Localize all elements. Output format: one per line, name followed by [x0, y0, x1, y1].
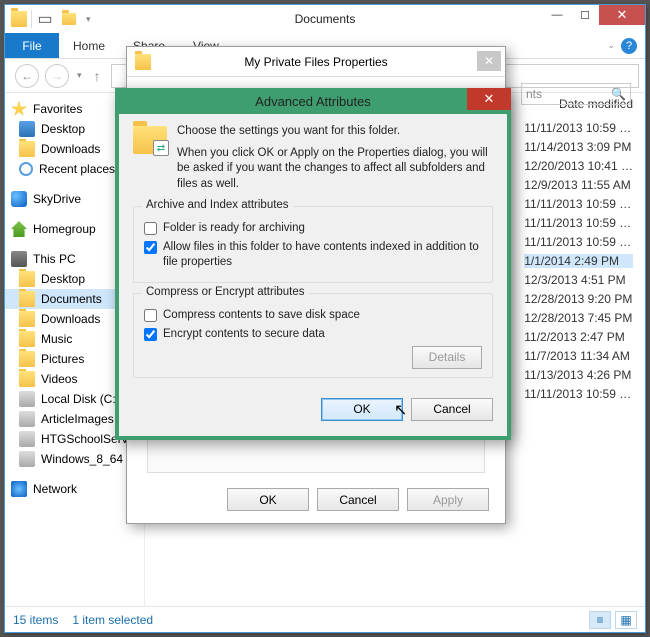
homegroup-icon: [11, 221, 27, 237]
checkbox-index[interactable]: Allow files in this folder to have conte…: [144, 240, 482, 270]
disk-icon: [19, 451, 35, 467]
disk-icon: [19, 431, 35, 447]
disk-icon: [19, 391, 35, 407]
close-button[interactable]: ✕: [599, 5, 645, 25]
properties-apply-button[interactable]: Apply: [407, 488, 489, 511]
checkbox-index-label: Allow files in this folder to have conte…: [163, 240, 482, 270]
status-count: 15 items: [13, 613, 58, 627]
status-bar: 15 items 1 item selected ≡ ▦: [5, 606, 645, 632]
advanced-titlebar: Advanced Attributes ✕: [115, 88, 511, 114]
folder-icon: [19, 141, 35, 157]
titlebar: ▭ ▾ Documents — ☐ ✕: [5, 5, 645, 33]
list-item[interactable]: 12/9/2013 11:55 AM: [524, 178, 633, 192]
checkbox-compress[interactable]: Compress contents to save disk space: [144, 308, 482, 323]
window-folder-icon: [11, 11, 27, 27]
search-hint: nts: [526, 87, 542, 101]
sidebar-network[interactable]: Network: [5, 479, 144, 499]
view-details-button[interactable]: ≡: [589, 611, 611, 629]
desktop-icon: [19, 121, 35, 137]
advanced-title: Advanced Attributes: [255, 94, 371, 109]
list-item[interactable]: 11/7/2013 11:34 AM: [524, 349, 633, 363]
list-item[interactable]: 11/11/2013 10:59 …: [524, 121, 633, 135]
list-item[interactable]: 11/11/2013 10:59 …: [524, 387, 633, 401]
network-icon: [11, 481, 27, 497]
advanced-close-button[interactable]: ✕: [467, 88, 511, 110]
disk-icon: [19, 411, 35, 427]
checkbox-compress-input[interactable]: [144, 309, 157, 322]
up-button[interactable]: ↑: [90, 68, 105, 84]
back-button[interactable]: ←: [15, 64, 39, 88]
archive-index-legend: Archive and Index attributes: [142, 199, 293, 211]
folder-icon: [19, 271, 35, 287]
checkbox-encrypt-label: Encrypt contents to secure data: [163, 327, 325, 342]
details-button[interactable]: Details: [412, 346, 482, 369]
list-item[interactable]: 12/3/2013 4:51 PM: [524, 273, 633, 287]
list-item-selected[interactable]: 1/1/2014 2:49 PM: [524, 254, 633, 268]
status-selected: 1 item selected: [72, 613, 153, 627]
checkbox-archive-label: Folder is ready for archiving: [163, 221, 305, 236]
list-item[interactable]: 11/2/2013 2:47 PM: [524, 330, 633, 344]
qat-newfolder-icon[interactable]: [60, 10, 78, 28]
folder-attributes-icon: [133, 124, 167, 154]
pc-icon: [11, 251, 27, 267]
search-box[interactable]: nts 🔍: [521, 83, 631, 105]
properties-cancel-button[interactable]: Cancel: [317, 488, 399, 511]
checkbox-encrypt-input[interactable]: [144, 328, 157, 341]
checkbox-compress-label: Compress contents to save disk space: [163, 308, 360, 323]
help-icon[interactable]: ?: [621, 38, 637, 54]
file-tab[interactable]: File: [5, 33, 59, 58]
list-item[interactable]: 11/13/2013 4:26 PM: [524, 368, 633, 382]
properties-close-button[interactable]: ✕: [477, 51, 501, 71]
advanced-ok-button[interactable]: OK: [321, 398, 403, 421]
search-icon: 🔍: [611, 87, 626, 101]
list-item[interactable]: 11/11/2013 10:59 …: [524, 235, 633, 249]
view-icons-button[interactable]: ▦: [615, 611, 637, 629]
properties-ok-button[interactable]: OK: [227, 488, 309, 511]
minimize-button[interactable]: —: [543, 5, 571, 25]
folder-icon: [19, 371, 35, 387]
compress-encrypt-group: Compress or Encrypt attributes Compress …: [133, 293, 493, 378]
list-item[interactable]: 12/28/2013 9:20 PM: [524, 292, 633, 306]
checkbox-index-input[interactable]: [144, 241, 157, 254]
qat-dropdown-icon[interactable]: ▾: [84, 14, 93, 25]
skydrive-icon: [11, 191, 27, 207]
advanced-cancel-button[interactable]: Cancel: [411, 398, 493, 421]
list-item[interactable]: 12/28/2013 7:45 PM: [524, 311, 633, 325]
list-item[interactable]: 11/14/2013 3:09 PM: [524, 140, 633, 154]
ribbon-expand-icon[interactable]: ⌄: [605, 40, 617, 51]
adv-desc-1: Choose the settings you want for this fo…: [177, 124, 493, 140]
folder-icon: [19, 351, 35, 367]
favorites-icon: [11, 101, 27, 117]
checkbox-encrypt[interactable]: Encrypt contents to secure data: [144, 327, 482, 342]
list-item[interactable]: 11/11/2013 10:59 …: [524, 216, 633, 230]
compress-encrypt-legend: Compress or Encrypt attributes: [142, 286, 309, 298]
folder-icon: [19, 311, 35, 327]
recent-icon: [19, 162, 33, 176]
list-item[interactable]: 11/11/2013 10:59 …: [524, 197, 633, 211]
sidebar-item-windows8[interactable]: Windows_8_64: [5, 449, 144, 469]
folder-icon: [19, 331, 35, 347]
date-column-values: 11/11/2013 10:59 … 11/14/2013 3:09 PM 12…: [524, 121, 633, 401]
advanced-attributes-dialog: Advanced Attributes ✕ Choose the setting…: [115, 88, 511, 440]
history-dropdown-icon[interactable]: ▾: [75, 70, 84, 81]
checkbox-archive[interactable]: Folder is ready for archiving: [144, 221, 482, 236]
maximize-button[interactable]: ☐: [571, 5, 599, 25]
properties-title: My Private Files Properties: [127, 55, 505, 69]
archive-index-group: Archive and Index attributes Folder is r…: [133, 206, 493, 283]
list-item[interactable]: 12/20/2013 10:41 …: [524, 159, 633, 173]
adv-desc-2: When you click OK or Apply on the Proper…: [177, 146, 493, 193]
checkbox-archive-input[interactable]: [144, 222, 157, 235]
forward-button[interactable]: →: [45, 64, 69, 88]
qat-properties-icon[interactable]: ▭: [36, 10, 54, 28]
properties-titlebar: My Private Files Properties ✕: [127, 47, 505, 77]
folder-icon: [19, 291, 35, 307]
tab-home[interactable]: Home: [59, 33, 119, 58]
